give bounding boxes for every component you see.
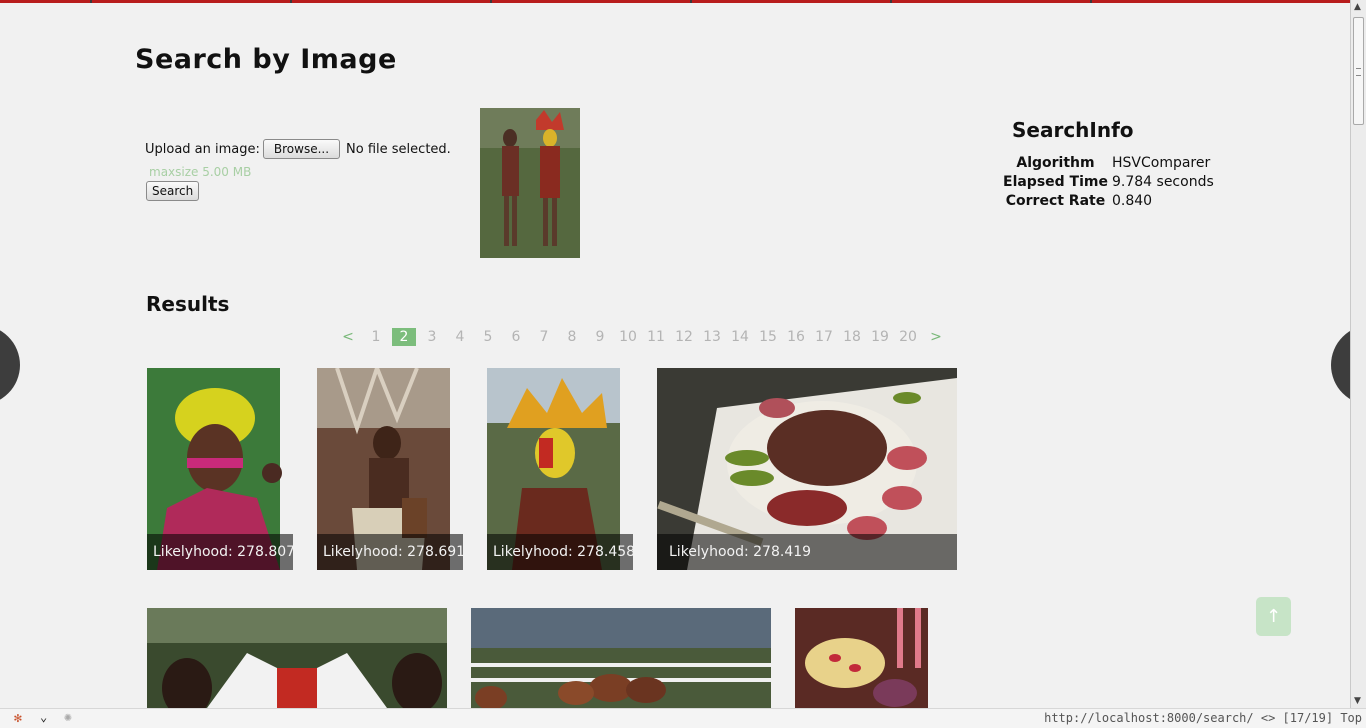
browse-button[interactable]: Browse... — [262, 139, 341, 159]
pager-page-link[interactable]: 4 — [446, 328, 474, 346]
info-row-correct-rate: Correct Rate 0.840 — [1002, 191, 1215, 210]
page-title: Search by Image — [135, 44, 397, 75]
result-card[interactable] — [471, 608, 771, 708]
maxsize-hint: maxsize 5.00 MB — [149, 165, 252, 179]
scroll-down-icon[interactable]: ▼ — [1354, 696, 1361, 706]
info-value: 0.840 — [1112, 192, 1153, 209]
pagination: <1 2 3 4 5 6 7 8 9 10 11 12 13 14 15 16 17 18 19 20 > — [334, 328, 950, 346]
results-title: Results — [146, 292, 230, 316]
vertical-scrollbar[interactable]: ▲ ▼ — [1350, 0, 1366, 708]
pager-page-link[interactable]: 20 — [894, 328, 922, 346]
pager-page-link[interactable]: 17 — [810, 328, 838, 346]
search-info-title: SearchInfo — [1012, 118, 1134, 142]
query-image — [480, 108, 580, 258]
pager-page-link[interactable]: 9 — [586, 328, 614, 346]
pager-next-button[interactable]: > — [922, 328, 950, 346]
likelihood-caption: Likelyhood: 278.691 — [317, 534, 463, 570]
file-status: No file selected. — [346, 141, 451, 157]
scroll-up-icon[interactable]: ▲ — [1354, 2, 1361, 12]
info-key: Elapsed Time — [1003, 173, 1108, 190]
likelihood-caption: Likelyhood: 278.807 — [147, 534, 293, 570]
pager-page-link[interactable]: 6 — [502, 328, 530, 346]
pager-page-link[interactable]: 5 — [474, 328, 502, 346]
pager-page-link[interactable]: 13 — [698, 328, 726, 346]
carousel-prev-button[interactable] — [0, 325, 20, 405]
result-card[interactable]: Likelyhood: 278.419 — [657, 368, 957, 570]
info-row-algorithm: Algorithm HSVComparer — [1002, 153, 1215, 172]
pager-page-link[interactable]: 11 — [642, 328, 670, 346]
pager-page-link[interactable]: 14 — [726, 328, 754, 346]
result-card[interactable] — [795, 608, 928, 708]
info-value: HSVComparer — [1112, 154, 1211, 171]
scrollbar-thumb[interactable] — [1353, 17, 1364, 125]
pager-prev-button[interactable]: < — [334, 328, 362, 346]
result-card[interactable]: Likelyhood: 278.458 — [487, 368, 633, 570]
status-url: http://localhost:8000/search/ <> [17/19]… — [1044, 711, 1362, 725]
result-card[interactable] — [147, 608, 447, 708]
info-key: Correct Rate — [1005, 192, 1106, 209]
result-card[interactable]: Likelyhood: 278.807 — [147, 368, 293, 570]
pager-page-link[interactable]: 1 — [362, 328, 390, 346]
upload-label: Upload an image: — [145, 141, 260, 157]
pager-page-link[interactable]: 7 — [530, 328, 558, 346]
upload-form: Upload an image: Browse... No file selec… — [145, 139, 451, 159]
likelihood-caption: Likelyhood: 278.458 — [487, 534, 633, 570]
result-card[interactable]: Likelyhood: 278.691 — [317, 368, 463, 570]
status-bar: ✻ ⌄ ✺ http://localhost:8000/search/ <> [… — [0, 708, 1366, 728]
info-row-elapsed: Elapsed Time 9.784 seconds — [1002, 172, 1215, 191]
chevron-down-icon[interactable]: ⌄ — [40, 710, 47, 724]
pager-page-link[interactable]: 12 — [670, 328, 698, 346]
pager-page-link[interactable]: 19 — [866, 328, 894, 346]
pager-current-page[interactable]: 2 — [392, 328, 416, 346]
pager-page-link[interactable]: 8 — [558, 328, 586, 346]
pager-page-link[interactable]: 10 — [614, 328, 642, 346]
search-info-table: Algorithm HSVComparer Elapsed Time 9.784… — [1002, 153, 1215, 210]
info-key: Algorithm — [1016, 154, 1095, 171]
pager-page-link[interactable]: 3 — [418, 328, 446, 346]
back-to-top-button[interactable]: ↑ — [1256, 597, 1291, 636]
loading-spinner-icon: ✺ — [64, 710, 72, 725]
pager-page-link[interactable]: 15 — [754, 328, 782, 346]
pager-page-link[interactable]: 16 — [782, 328, 810, 346]
info-value: 9.784 seconds — [1112, 173, 1214, 190]
likelihood-caption: Likelyhood: 278.419 — [657, 534, 957, 570]
pager-page-link[interactable]: 18 — [838, 328, 866, 346]
browser-top-strip — [0, 0, 1350, 3]
bug-icon[interactable]: ✻ — [14, 711, 22, 726]
search-button[interactable]: Search — [146, 181, 200, 201]
